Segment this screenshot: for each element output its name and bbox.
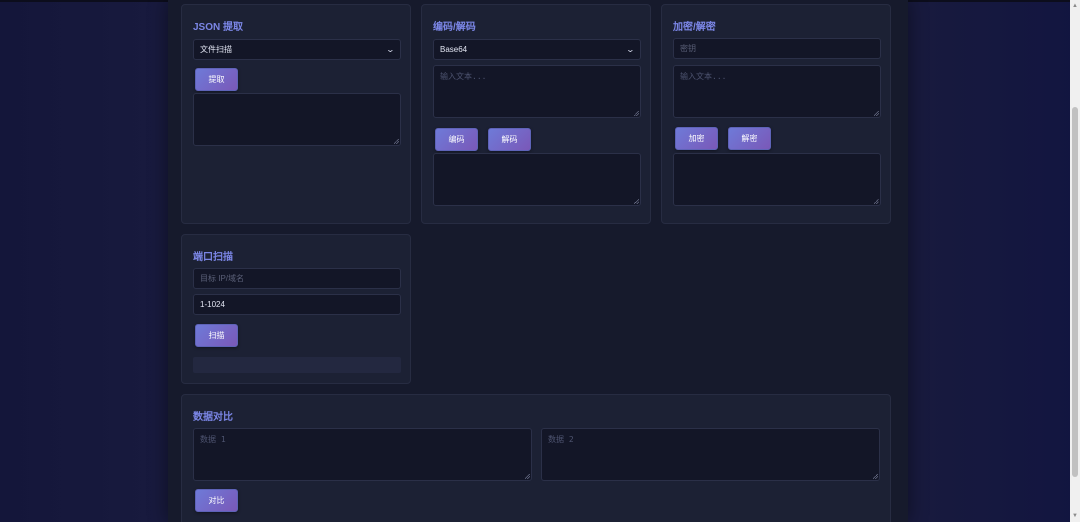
encode-decode-card: 编码/解码 Base64 ⌄ 编码 解码 — [421, 4, 651, 224]
json-extract-output[interactable] — [193, 93, 401, 146]
resize-grip-icon[interactable] — [394, 139, 399, 144]
compare-button[interactable]: 对比 — [195, 489, 238, 512]
decrypt-button[interactable]: 解密 — [728, 127, 771, 150]
encoding-select[interactable]: Base64 ⌄ — [433, 39, 641, 60]
data-compare-card: 数据对比 对比 — [181, 394, 891, 522]
chevron-down-icon: ⌄ — [625, 45, 636, 54]
resize-grip-icon[interactable] — [873, 474, 878, 479]
resize-grip-icon[interactable] — [634, 111, 639, 116]
chevron-down-icon: ⌄ — [385, 45, 396, 54]
json-extract-select-value: 文件扫描 — [200, 45, 232, 54]
scroll-down-icon[interactable]: ▼ — [1072, 512, 1078, 520]
data2-input[interactable] — [541, 428, 880, 481]
encode-button[interactable]: 编码 — [435, 128, 478, 151]
encode-output[interactable] — [433, 153, 641, 206]
encrypt-button[interactable]: 加密 — [675, 127, 718, 150]
json-extract-title: JSON 提取 — [193, 22, 244, 33]
encrypt-decrypt-title: 加密/解密 — [673, 22, 716, 33]
scroll-up-icon[interactable]: ▲ — [1072, 2, 1078, 10]
key-input[interactable] — [673, 38, 881, 59]
crypto-input[interactable] — [673, 65, 881, 118]
data1-input[interactable] — [193, 428, 532, 481]
target-input[interactable] — [193, 268, 401, 289]
scrollbar-thumb[interactable] — [1072, 107, 1078, 477]
encrypt-decrypt-card: 加密/解密 加密 解密 — [661, 4, 891, 224]
scan-progress-bar — [193, 357, 401, 373]
scan-button[interactable]: 扫描 — [195, 324, 238, 347]
crypto-output[interactable] — [673, 153, 881, 206]
decode-button[interactable]: 解码 — [488, 128, 531, 151]
port-scan-title: 端口扫描 — [193, 252, 233, 263]
main-container: JSON 提取 文件扫描 ⌄ 提取 编码/解码 Base64 ⌄ 编码 解码 加… — [168, 0, 908, 522]
vertical-scrollbar[interactable]: ▲ ▼ — [1070, 0, 1080, 522]
encoding-select-value: Base64 — [440, 45, 468, 54]
port-range-input[interactable] — [193, 294, 401, 315]
extract-button[interactable]: 提取 — [195, 68, 238, 91]
resize-grip-icon[interactable] — [874, 111, 879, 116]
resize-grip-icon[interactable] — [874, 199, 879, 204]
encode-decode-title: 编码/解码 — [433, 22, 476, 33]
port-scan-card: 端口扫描 扫描 — [181, 234, 411, 384]
resize-grip-icon[interactable] — [525, 474, 530, 479]
json-extract-select[interactable]: 文件扫描 ⌄ — [193, 39, 401, 60]
data-compare-title: 数据对比 — [193, 412, 233, 423]
json-extract-card: JSON 提取 文件扫描 ⌄ 提取 — [181, 4, 411, 224]
encode-input[interactable] — [433, 65, 641, 118]
resize-grip-icon[interactable] — [634, 199, 639, 204]
